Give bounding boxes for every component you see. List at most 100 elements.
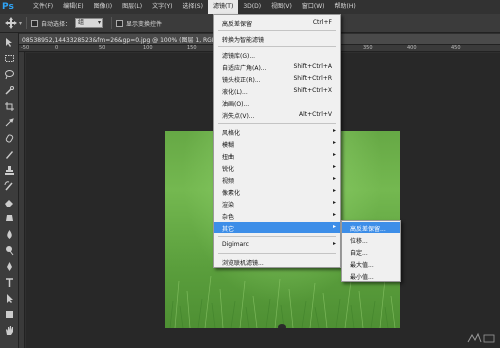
filter-menu-item[interactable]: 锐化 ▸ [214, 162, 340, 173]
submenu-arrow-icon: ▸ [332, 139, 336, 146]
filter-menu-item[interactable]: 渲染 ▸ [214, 198, 340, 209]
type-icon[interactable] [4, 277, 15, 288]
dark-object [278, 324, 286, 328]
blur-icon[interactable] [4, 229, 15, 240]
filter-menu-item[interactable]: 扭曲 ▸ [214, 150, 340, 161]
filter-menu-item-label: 锐化 [222, 166, 235, 173]
shape-icon[interactable] [4, 309, 15, 320]
vertical-ruler [19, 52, 25, 348]
filter-menu-item-label: 液化(L)... [222, 89, 248, 96]
marquee-icon[interactable] [4, 53, 15, 64]
dodge-icon[interactable] [4, 245, 15, 256]
quick-select-icon[interactable] [4, 85, 15, 96]
menu-separator [218, 46, 336, 47]
ruler-tick: -50 [21, 45, 30, 51]
ruler-tick: 150 [187, 45, 197, 51]
filter-menu-item[interactable]: 浏览联机滤镜... [214, 256, 340, 267]
filter-menu-item[interactable]: 液化(L)... Shift+Ctrl+X [214, 85, 340, 96]
other-submenu: 高反差保留... 位移... 自定... 最大值... 最小值... [341, 220, 401, 282]
auto-select-label: 自动选择： [41, 20, 72, 28]
submenu-item-high-pass[interactable]: 高反差保留... [342, 222, 400, 233]
filter-menu-item-label: 消失点(V)... [222, 113, 255, 120]
filter-menu-item[interactable]: 像素化 ▸ [214, 186, 340, 197]
filter-menu-item-label: 杂色 [222, 214, 235, 221]
menu-help[interactable]: 帮助(H) [330, 0, 361, 14]
move-tool-icon[interactable] [4, 16, 18, 30]
filter-menu-item-label: 高反差保留 [222, 21, 253, 28]
show-transform-label: 显示变换控件 [126, 20, 163, 28]
auto-select-dropdown[interactable]: 组 [75, 18, 104, 28]
filter-menu-item-label: 油画(O)... [222, 101, 250, 108]
menu-view[interactable]: 视图(V) [266, 0, 297, 14]
divider [111, 17, 113, 29]
lasso-icon[interactable] [4, 69, 15, 80]
filter-menu-item[interactable]: 视频 ▸ [214, 174, 340, 185]
eyedropper-icon[interactable] [4, 117, 15, 128]
menu-edit[interactable]: 编辑(E) [58, 0, 88, 14]
filter-menu-item-label: 像素化 [222, 190, 241, 197]
ruler-tick: 50 [99, 45, 106, 51]
move-icon[interactable] [4, 37, 15, 48]
hand-icon[interactable] [4, 325, 15, 336]
submenu-arrow-icon: ▸ [332, 199, 336, 206]
submenu-item-custom[interactable]: 自定... [342, 246, 400, 257]
submenu-arrow-icon: ▸ [332, 223, 336, 230]
history-brush-icon[interactable] [4, 181, 15, 192]
filter-menu-item[interactable]: 风格化 ▸ [214, 126, 340, 137]
ruler-tick: 100 [143, 45, 153, 51]
filter-menu-item[interactable]: Digimarc ▸ [214, 239, 340, 250]
menu-select[interactable]: 选择(S) [177, 0, 208, 14]
eraser-icon[interactable] [4, 197, 15, 208]
filter-menu-item[interactable]: 转换为智能滤镜 [214, 33, 340, 44]
filter-menu-item-label: 风格化 [222, 130, 241, 137]
menu-image[interactable]: 图像(I) [89, 0, 117, 14]
submenu-arrow-icon: ▸ [332, 187, 336, 194]
filter-menu-item[interactable]: 镜头校正(R)... Shift+Ctrl+R [214, 73, 340, 84]
filter-menu-item-label: 转换为智能滤镜 [222, 37, 265, 44]
submenu-arrow-icon: ▸ [332, 175, 336, 182]
submenu-item-offset[interactable]: 位移... [342, 234, 400, 245]
divider [26, 17, 28, 29]
filter-menu-item[interactable]: 杂色 ▸ [214, 210, 340, 221]
menu-separator [218, 253, 336, 254]
filter-menu-item-shortcut: Shift+Ctrl+R [293, 75, 332, 82]
auto-select-checkbox[interactable] [31, 19, 39, 27]
submenu-item-label: 最小值... [350, 274, 374, 281]
submenu-item-label: 最大值... [350, 262, 374, 269]
filter-menu-item-label: Digimarc [222, 241, 249, 248]
menu-window[interactable]: 窗口(W) [297, 0, 330, 14]
submenu-item-minimum[interactable]: 最小值... [342, 270, 400, 281]
submenu-arrow-icon: ▸ [332, 163, 336, 170]
filter-menu-item[interactable]: 滤镜库(G)... [214, 49, 340, 60]
path-select-icon[interactable] [4, 293, 15, 304]
show-transform-checkbox[interactable] [116, 19, 124, 27]
submenu-item-maximum[interactable]: 最大值... [342, 258, 400, 269]
tools-panel [0, 33, 19, 348]
filter-menu-item[interactable]: 消失点(V)... Alt+Ctrl+V [214, 109, 340, 120]
filter-menu-item-other[interactable]: 其它 ▸ [214, 222, 340, 233]
pen-icon[interactable] [4, 261, 15, 272]
filter-menu-item[interactable]: 油画(O)... [214, 97, 340, 108]
filter-menu-item[interactable]: 高反差保留 Ctrl+F [214, 17, 340, 28]
menu-filter[interactable]: 滤镜(T) [207, 0, 239, 14]
filter-menu-item[interactable]: 自适应广角(A)... Shift+Ctrl+A [214, 61, 340, 72]
brush-icon[interactable] [4, 149, 15, 160]
menu-layer[interactable]: 图层(L) [117, 0, 147, 14]
filter-menu-item-shortcut: Shift+Ctrl+A [293, 63, 332, 70]
healing-brush-icon[interactable] [4, 133, 15, 144]
clone-stamp-icon[interactable] [4, 165, 15, 176]
gradient-icon[interactable] [4, 213, 15, 224]
menu-3d[interactable]: 3D(D) [238, 0, 266, 14]
filter-menu-item-label: 滤镜库(G)... [222, 53, 256, 60]
menu-separator [218, 236, 336, 237]
filter-menu-item[interactable]: 模糊 ▸ [214, 138, 340, 149]
menu-file[interactable]: 文件(F) [28, 0, 58, 14]
filter-menu-item-label: 视频 [222, 178, 235, 185]
menu-type[interactable]: 文字(Y) [147, 0, 177, 14]
crop-icon[interactable] [4, 101, 15, 112]
tool-preset-chevron-icon[interactable]: ▾ [19, 20, 22, 27]
submenu-arrow-icon: ▸ [332, 240, 336, 247]
ruler-tick: 450 [451, 45, 461, 51]
photoshop-logo: Ps [2, 2, 14, 12]
document-tab-title: 08538952,1443328523&fm=26&gp=0.jpg @ 100… [22, 37, 225, 44]
